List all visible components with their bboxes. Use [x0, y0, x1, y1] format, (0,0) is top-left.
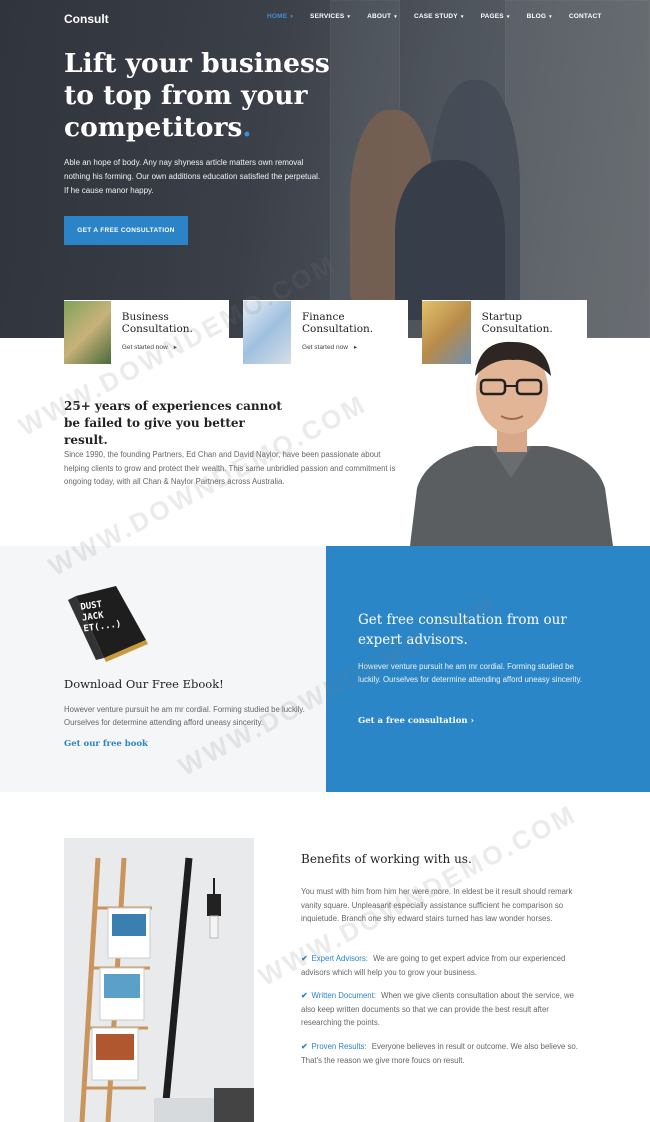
service-title: Business Consultation. — [121, 311, 193, 335]
nav-item-home[interactable]: HOME ▾ — [267, 13, 293, 20]
nav-label: HOME — [267, 13, 288, 20]
arrow-right-icon: ▸ — [353, 344, 358, 351]
nav-label: BLOG — [526, 13, 547, 20]
ebook-cover: DUST JACK ET(...) — [68, 586, 148, 662]
nav-item-blog[interactable]: BLOG ▾ — [527, 13, 552, 20]
chevron-down-icon: ▾ — [549, 13, 552, 20]
free-consultation-link[interactable]: Get a free consultation › — [358, 716, 474, 726]
chevron-down-icon: ▾ — [506, 13, 510, 20]
chevron-down-icon: ▾ — [347, 13, 351, 20]
get-free-book-link[interactable]: Get our free book — [64, 739, 148, 749]
service-card-business[interactable]: Business Consultation. Get started now ▸ — [64, 300, 229, 365]
nav-item-case-study[interactable]: CASE STUDY ▾ — [414, 13, 464, 20]
finance-thumbnail — [243, 301, 292, 364]
chevron-right-icon: › — [470, 716, 474, 726]
main-nav: HOME ▾ SERVICES ▾ ABOUT ▾ CASE STUDY ▾ PAGES… — [267, 13, 619, 20]
nav-item-contact[interactable]: CONTACT — [569, 13, 602, 20]
benefit-label: Expert Advisors: — [311, 954, 368, 963]
nav-label: SERVICES — [310, 13, 345, 20]
ebook-title: Download Our Free Ebook! — [64, 677, 224, 691]
nav-item-services[interactable]: SERVICES ▾ — [310, 13, 350, 20]
benefit-item: ✔ Expert Advisors: We are going to get ex… — [301, 952, 586, 979]
link-label: Get a free consultation — [358, 716, 468, 726]
hero-title-text: Lift your business to top from your comp… — [64, 48, 330, 143]
ladder-shelf-image — [64, 838, 254, 1122]
benefits-title: Benefits of working with us. — [301, 852, 472, 866]
hero-title: Lift your business to top from your comp… — [64, 48, 344, 144]
benefit-item: ✔ Written Document: When we give clients … — [301, 989, 586, 1030]
benefit-item: ✔ Proven Results: Everyone believes in re… — [301, 1040, 586, 1067]
benefit-label: Proven Results: — [311, 1042, 367, 1051]
logo[interactable]: Consult — [64, 12, 109, 26]
get-started-link[interactable]: Get started now ▸ — [302, 343, 408, 352]
chevron-down-icon: ▾ — [460, 13, 464, 20]
nav-item-about[interactable]: ABOUT ▾ — [367, 13, 397, 20]
link-label: Get started now — [121, 343, 168, 351]
ebook-text: However venture pursuit he am mr cordial… — [64, 705, 305, 727]
chevron-down-icon: ▾ — [394, 13, 397, 20]
service-title: Finance Consultation. — [302, 311, 374, 335]
check-icon: ✔ — [301, 1042, 308, 1051]
ebook-section: DUST JACK ET(...) — [0, 546, 326, 792]
business-thumbnail — [64, 301, 111, 364]
nav-item-pages[interactable]: PAGES ▾ — [481, 13, 510, 20]
consultation-title: Get free consultation from our expert ad… — [358, 612, 567, 648]
service-title: Startup Consultation. — [481, 311, 553, 335]
nav-label: CASE STUDY — [413, 13, 458, 20]
check-icon: ✔ — [301, 954, 308, 963]
free-consultation-button[interactable]: GET A FREE CONSULTATION — [64, 216, 188, 245]
experience-text: Since 1990, the founding Partners, Ed Ch… — [64, 450, 396, 486]
nav-label: PAGES — [480, 13, 504, 20]
experience-title: 25+ years of experiences cannot be faile… — [64, 399, 282, 447]
consultation-text: However venture pursuit he am mr cordial… — [358, 662, 583, 684]
hero-title-dot: . — [242, 112, 252, 143]
check-icon: ✔ — [301, 991, 308, 1000]
arrow-right-icon: ▸ — [173, 344, 177, 351]
nav-label: ABOUT — [367, 13, 392, 20]
ebook-cover-text: DUST JACK ET(...) — [80, 598, 122, 636]
consultant-portrait — [405, 338, 617, 546]
chevron-down-icon: ▾ — [290, 13, 294, 20]
hero-text: Able an hope of body. Any nay shyness ar… — [64, 158, 321, 195]
service-card-finance[interactable]: Finance Consultation. Get started now ▸ — [243, 300, 408, 365]
nav-label: CONTACT — [568, 13, 602, 20]
benefit-label: Written Document: — [311, 991, 376, 1000]
benefits-text: You must with him from him her were more… — [301, 887, 573, 923]
link-label: Get started now — [302, 343, 348, 351]
get-started-link[interactable]: Get started now ▸ — [121, 343, 229, 352]
